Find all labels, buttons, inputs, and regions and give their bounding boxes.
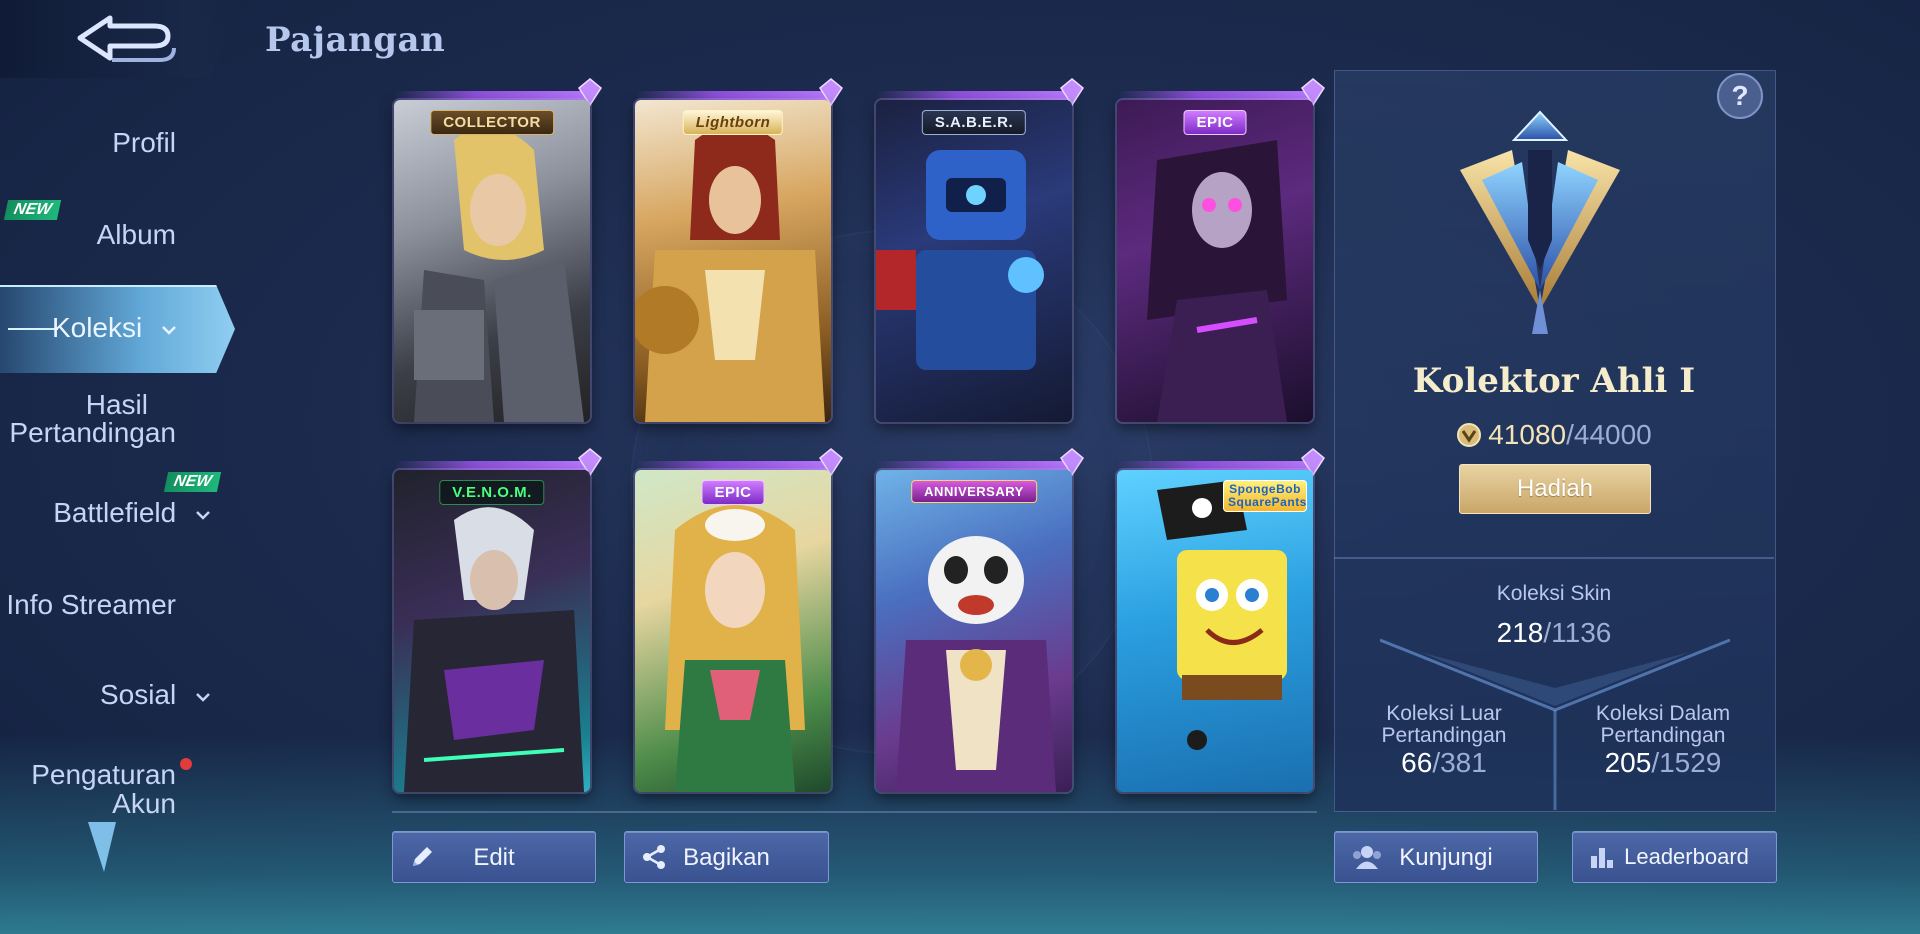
- visit-button[interactable]: Kunjungi: [1334, 831, 1538, 883]
- skin-art: [1147, 140, 1287, 422]
- skin-series-badge: COLLECTOR: [430, 110, 554, 135]
- sidebar-item-album[interactable]: Album: [97, 220, 176, 250]
- scroll-down-arrow-icon[interactable]: [86, 820, 118, 874]
- card-rarity-bar: [1117, 91, 1317, 100]
- skin-series-badge: V.E.N.O.M.: [439, 480, 545, 505]
- sidebar-item-hasil-pertandingan[interactable]: Hasil: [86, 390, 148, 420]
- inside-match-label-line2: Pertandingan: [1600, 724, 1726, 747]
- sidebar-item-koleksi[interactable]: Koleksi: [52, 313, 176, 343]
- edit-label: Edit: [473, 844, 515, 871]
- skin-series-badge: ANNIVERSARY: [911, 480, 1037, 503]
- card-rarity-bar: [635, 461, 835, 470]
- skin-card[interactable]: Lightborn: [635, 100, 831, 422]
- sidebar-item-profil[interactable]: Profil: [112, 128, 176, 158]
- new-badge: NEW: [163, 472, 222, 492]
- panel-divider: [1334, 557, 1774, 559]
- sidebar-item-label-line2: Akun: [112, 788, 176, 819]
- sidebar-item-hasil-pertandingan-line2[interactable]: Pertandingan: [9, 418, 176, 448]
- skin-art: [665, 505, 805, 792]
- sidebar-item-pengaturan-akun[interactable]: Pengaturan: [31, 760, 176, 790]
- sidebar-item-sosial[interactable]: Sosial: [100, 680, 210, 710]
- inside-match-label-line1: Koleksi Dalam: [1595, 702, 1731, 725]
- skin-card[interactable]: EPIC: [635, 470, 831, 792]
- card-rarity-bar: [876, 461, 1076, 470]
- card-rarity-bar: [876, 91, 1076, 100]
- skin-collection-value: 218/1136: [1440, 617, 1668, 649]
- skin-series-badge: EPIC: [701, 480, 765, 505]
- skin-series-badge: SpongeBob SquarePants: [1223, 480, 1307, 512]
- sidebar-item-info-streamer[interactable]: Info Streamer: [6, 590, 176, 620]
- back-arrow-icon: [77, 15, 176, 62]
- card-rarity-bar: [1117, 461, 1317, 470]
- skin-art: [876, 150, 1044, 370]
- skin-series-badge: Lightborn: [682, 110, 784, 135]
- skin-collection-current: 218: [1496, 617, 1544, 648]
- leaderboard-label: Leaderboard: [1624, 844, 1749, 869]
- divider: [392, 811, 1317, 813]
- sidebar-item-label: Profil: [112, 127, 176, 158]
- share-label: Bagikan: [683, 844, 770, 871]
- sidebar-item-label: Battlefield: [53, 497, 177, 528]
- chevron-down-icon: [196, 510, 210, 520]
- skin-series-badge: EPIC: [1183, 110, 1247, 135]
- skin-card[interactable]: COLLECTOR: [394, 100, 590, 422]
- share-button[interactable]: Bagikan: [624, 831, 829, 883]
- points-current: 41080: [1488, 419, 1567, 450]
- back-button[interactable]: [0, 0, 240, 78]
- points-max: /44000: [1566, 419, 1652, 450]
- skin-card[interactable]: V.E.N.O.M.: [394, 470, 590, 792]
- chevron-down-icon: [196, 692, 210, 702]
- sidebar-item-label: Sosial: [99, 679, 177, 710]
- skin-collection-max: /1136: [1543, 617, 1612, 648]
- edit-button[interactable]: Edit: [392, 831, 596, 883]
- sidebar-item-pengaturan-akun-line2[interactable]: Akun: [112, 789, 176, 819]
- collector-rank-emblem-icon: [1460, 110, 1620, 334]
- sidebar-item-label-line2: Pertandingan: [9, 417, 176, 448]
- collection-points: 41080/44000: [1334, 419, 1774, 451]
- sidebar-item-label-line1: Pengaturan: [31, 759, 176, 790]
- outside-match-value: 66/381: [1344, 747, 1544, 779]
- skin-card[interactable]: S.A.B.E.R.: [876, 100, 1072, 422]
- outside-match-current: 66: [1401, 747, 1433, 778]
- rank-title: Kolektor Ahli I: [1412, 361, 1696, 401]
- outside-match-label-line1: Koleksi Luar: [1386, 702, 1502, 725]
- skin-card[interactable]: EPIC: [1117, 100, 1313, 422]
- skin-art: [404, 507, 584, 792]
- new-badge: NEW: [3, 200, 62, 220]
- inside-match-current: 205: [1604, 747, 1652, 778]
- skin-art: [896, 536, 1056, 792]
- outside-match-max: /381: [1432, 747, 1487, 778]
- help-button[interactable]: ?: [1717, 73, 1763, 119]
- notification-dot: [180, 758, 192, 770]
- reward-button[interactable]: Hadiah: [1459, 464, 1651, 514]
- inside-match-value: 205/1529: [1563, 747, 1763, 779]
- sidebar-item-label: Info Streamer: [6, 589, 176, 620]
- skin-card[interactable]: SpongeBob SquarePants: [1117, 470, 1313, 792]
- chevron-down-icon: [162, 325, 176, 335]
- card-rarity-bar: [394, 91, 594, 100]
- sidebar-item-label: Album: [96, 219, 176, 250]
- sidebar-item-battlefield[interactable]: Battlefield: [53, 498, 210, 528]
- visit-label: Kunjungi: [1399, 844, 1493, 871]
- leaderboard-button[interactable]: Leaderboard: [1572, 831, 1777, 883]
- skin-collection-label: Koleksi Skin: [1496, 582, 1612, 605]
- card-rarity-bar: [394, 461, 594, 470]
- skin-art: [1157, 480, 1287, 750]
- skin-art: [414, 127, 584, 422]
- sidebar: Profil NEW Album Koleksi Hasil Pertandin…: [0, 90, 240, 890]
- skin-series-badge: S.A.B.E.R.: [921, 110, 1027, 135]
- inside-match-max: /1529: [1651, 747, 1722, 778]
- active-indicator-line: [8, 328, 58, 330]
- sidebar-item-label-line1: Hasil: [85, 389, 148, 420]
- collection-point-icon: [1457, 423, 1482, 447]
- page-title: Pajangan: [265, 20, 446, 60]
- outside-match-label-line2: Pertandingan: [1381, 724, 1507, 747]
- card-rarity-bar: [635, 91, 835, 100]
- skin-card[interactable]: ANNIVERSARY: [876, 470, 1072, 792]
- skin-art: [635, 125, 825, 422]
- sidebar-item-label: Koleksi: [51, 312, 143, 343]
